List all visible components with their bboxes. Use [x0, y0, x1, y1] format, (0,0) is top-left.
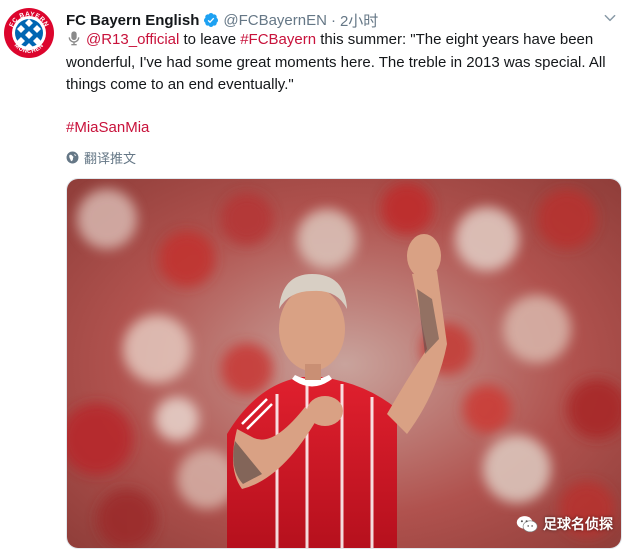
- microphone-icon: [68, 31, 80, 46]
- watermark: 足球名侦探: [516, 514, 613, 534]
- globe-icon: [66, 151, 79, 164]
- chevron-down-icon[interactable]: [603, 11, 617, 25]
- hashtag-link-inline[interactable]: #FCBayern: [240, 31, 316, 48]
- author-handle[interactable]: @FCBayernEN: [223, 12, 327, 29]
- author-name[interactable]: FC Bayern English: [66, 12, 199, 29]
- player-photo: [67, 179, 621, 548]
- hashtag-link[interactable]: #MiaSanMia: [66, 119, 149, 136]
- fc-bayern-logo: FC BAYERN MÜNCHEN: [4, 8, 54, 58]
- mention-link[interactable]: @R13_official: [86, 31, 179, 48]
- watermark-text: 足球名侦探: [543, 516, 613, 532]
- text-segment: to leave: [179, 31, 241, 48]
- tweet-timestamp[interactable]: 2小时: [340, 10, 378, 31]
- translate-label: 翻译推文: [84, 151, 137, 166]
- verified-badge-icon: [204, 13, 219, 27]
- tweet-text: @R13_official to leave #FCBayern this su…: [66, 29, 611, 97]
- tweet-header: FC Bayern English @FCBayernEN · 2小时: [66, 9, 617, 31]
- avatar[interactable]: FC BAYERN MÜNCHEN: [4, 8, 54, 58]
- hashtag-line: #MiaSanMia: [66, 117, 149, 139]
- translate-tweet-button[interactable]: 翻译推文: [66, 148, 136, 167]
- separator-dot: ·: [330, 11, 336, 29]
- tweet-photo[interactable]: 足球名侦探: [66, 178, 622, 549]
- wechat-icon: [516, 516, 538, 533]
